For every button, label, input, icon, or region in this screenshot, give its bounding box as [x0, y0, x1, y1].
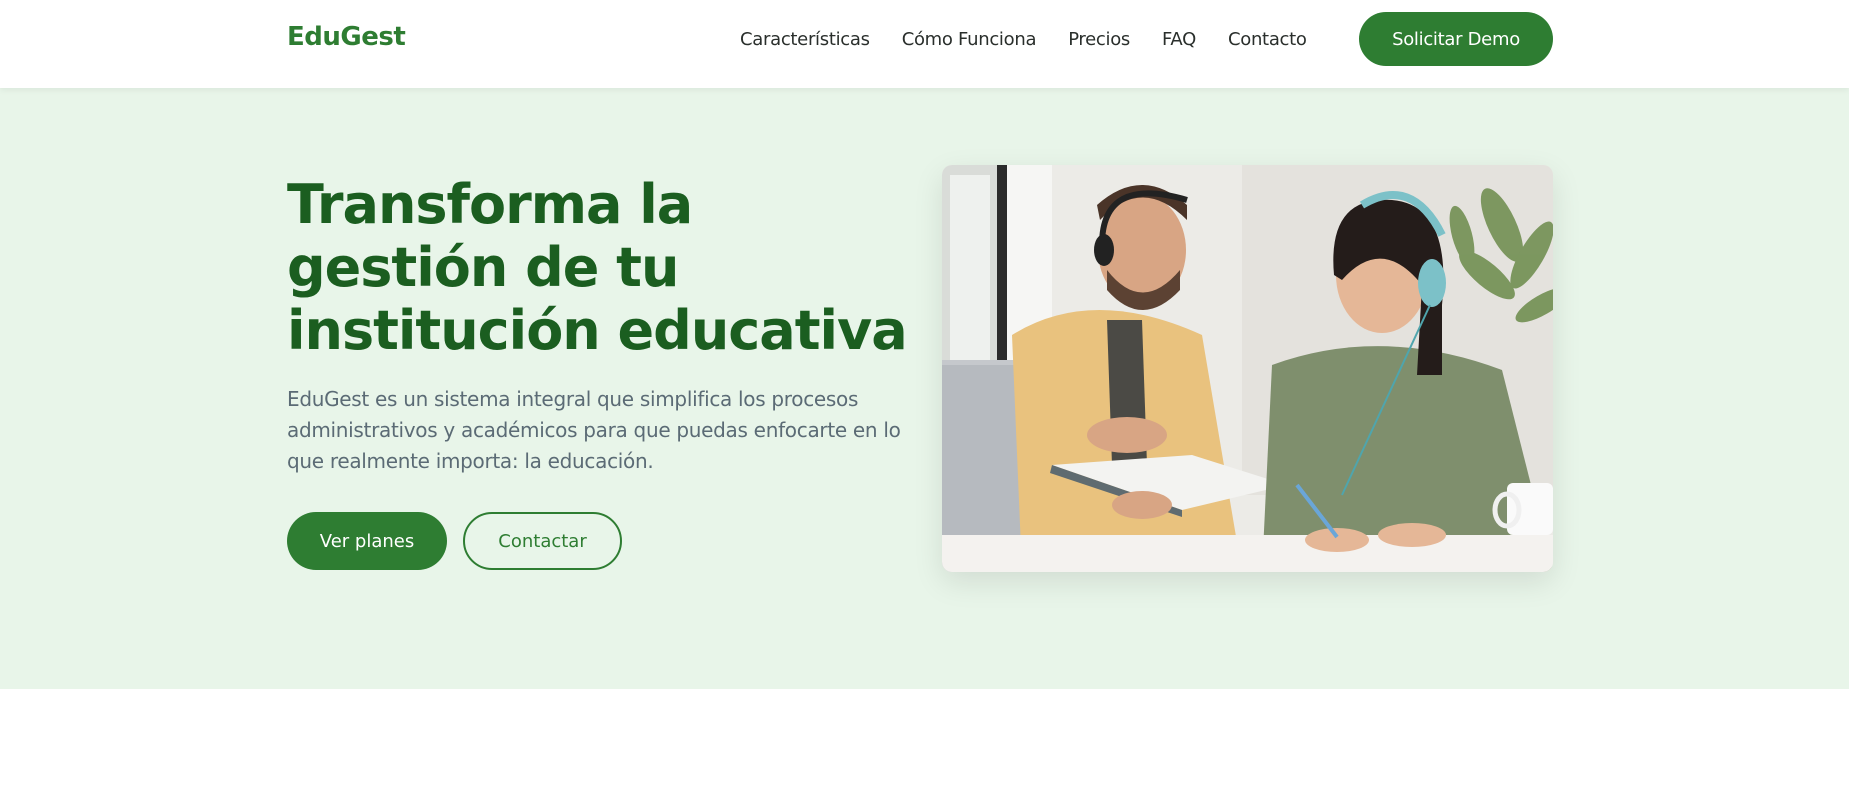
hero-photo-illustration: [942, 165, 1553, 572]
hero-section: Transforma la gestión de tu institución …: [0, 88, 1849, 689]
hero-description: EduGest es un sistema integral que simpl…: [287, 387, 901, 473]
nav-item-faq: FAQ: [1162, 29, 1196, 50]
hero-title: Transforma la gestión de tu institución …: [287, 173, 908, 362]
nav-link-caracteristicas[interactable]: Características: [740, 29, 870, 50]
navbar: EduGest Características Cómo Funciona Pr…: [0, 0, 1849, 88]
nav-item-caracteristicas: Características: [740, 29, 870, 50]
request-demo-button[interactable]: Solicitar Demo: [1359, 12, 1553, 66]
nav-links: Características Cómo Funciona Precios FA…: [740, 29, 1307, 50]
nav-item-como-funciona: Cómo Funciona: [902, 29, 1037, 50]
logo[interactable]: EduGest: [287, 22, 406, 52]
nav-link-faq[interactable]: FAQ: [1162, 29, 1196, 50]
nav-item-contacto: Contacto: [1228, 29, 1307, 50]
hero-image: [942, 165, 1553, 572]
nav-item-precios: Precios: [1068, 29, 1130, 50]
nav-link-como-funciona[interactable]: Cómo Funciona: [902, 29, 1037, 50]
view-plans-button[interactable]: Ver planes: [287, 512, 447, 570]
contact-button[interactable]: Contactar: [463, 512, 622, 570]
nav-link-contacto[interactable]: Contacto: [1228, 29, 1307, 50]
nav-link-precios[interactable]: Precios: [1068, 29, 1130, 50]
